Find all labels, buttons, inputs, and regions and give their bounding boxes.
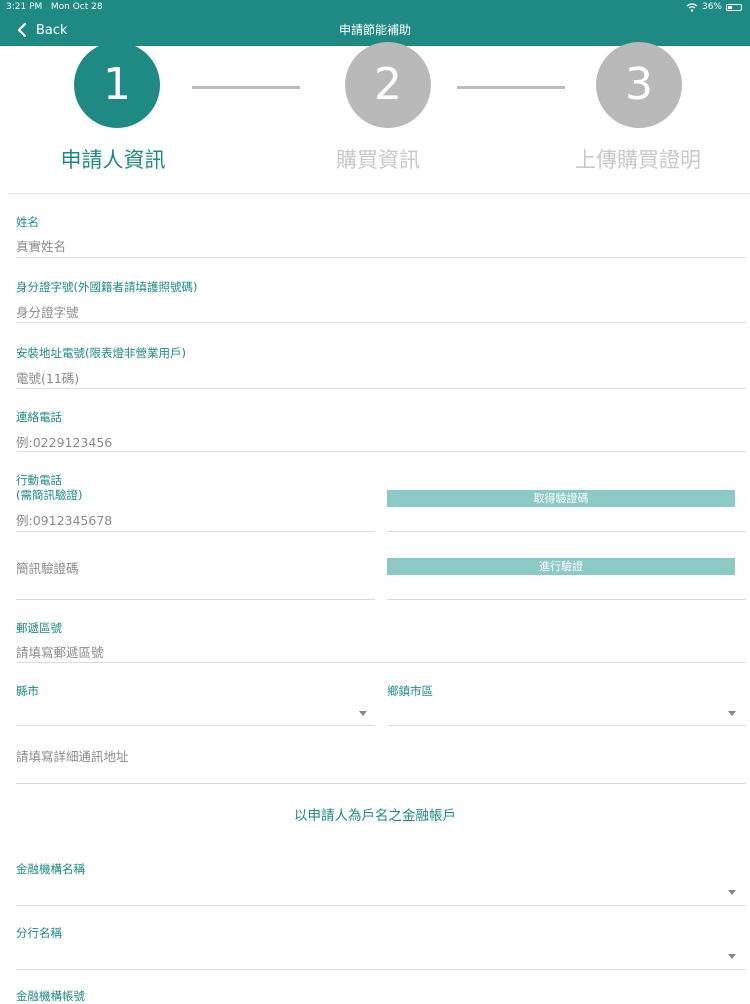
mobile-label: 行動電話 (需簡訊驗證) (16, 473, 82, 503)
back-label: Back (36, 22, 68, 38)
get-code-underline (387, 531, 746, 532)
status-right: 36% (686, 0, 742, 14)
institution-underline (16, 905, 746, 906)
county-underline (16, 725, 375, 726)
township-label: 鄉鎮市區 (387, 684, 433, 698)
step-1-circle: 1 (74, 42, 160, 128)
chevron-left-icon (17, 22, 27, 38)
phone-input[interactable]: 例:0229123456 (16, 432, 736, 451)
chevron-down-icon (359, 711, 367, 716)
meter-label: 安裝地址電號(限表燈非營業用戶) (16, 346, 186, 360)
meter-input[interactable]: 電號(11碼) (16, 368, 736, 387)
mobile-input[interactable]: 例:0912345678 (16, 510, 371, 529)
account-label: 金融機構帳號 (16, 989, 85, 1003)
name-underline (16, 257, 746, 258)
sms-code-input[interactable]: 簡訊驗證碼 (16, 558, 371, 577)
name-field: 姓名 (16, 215, 39, 230)
status-time: 3:21 PM (6, 2, 43, 12)
mobile-label-line1: 行動電話 (16, 473, 62, 487)
branch-underline (16, 969, 746, 970)
status-bar: 3:21 PM Mon Oct 28 36% (0, 0, 750, 14)
id-number-input[interactable]: 身分證字號 (16, 302, 736, 321)
chevron-down-icon (728, 890, 736, 895)
wifi-icon (686, 2, 698, 12)
name-input[interactable]: 真實姓名 (16, 236, 736, 255)
institution-label: 金融機構名稱 (16, 862, 85, 876)
mobile-label-line2: (需簡訊驗證) (16, 488, 83, 502)
branch-select[interactable] (16, 942, 746, 969)
step-2-circle: 2 (345, 42, 431, 128)
township-underline (387, 725, 746, 726)
chevron-down-icon (728, 711, 736, 716)
phone-underline (16, 451, 746, 452)
status-time-date: 3:21 PM Mon Oct 28 (6, 0, 103, 14)
county-label: 縣市 (16, 684, 39, 698)
step-3-label: 上傳購買證明 (575, 148, 701, 172)
id-number-label: 身分證字號(外國籍者請填護照號碼) (16, 280, 198, 294)
battery-percent: 36% (701, 2, 722, 12)
address-input[interactable]: 請填寫詳細通訊地址 (16, 746, 736, 765)
chevron-down-icon (728, 954, 736, 959)
step-connector-2 (457, 86, 565, 89)
bank-section-title: 以申請人為戶名之金融帳戶 (294, 808, 456, 824)
status-date: Mon Oct 28 (50, 2, 103, 12)
step-3-circle: 3 (596, 42, 682, 128)
zip-input[interactable]: 請填寫郵遞區號 (16, 642, 736, 661)
name-label: 姓名 (16, 215, 39, 229)
county-select[interactable] (16, 700, 375, 725)
id-number-underline (16, 322, 746, 323)
zip-label: 郵遞區號 (16, 621, 62, 635)
step-connector-1 (192, 86, 300, 89)
verify-underline (387, 599, 746, 600)
stepper-divider (8, 193, 750, 194)
institution-select[interactable] (16, 878, 746, 905)
township-select[interactable] (387, 700, 746, 725)
battery-icon (726, 3, 742, 11)
step-2-label: 購買資訊 (336, 148, 420, 172)
battery-fill (728, 5, 732, 9)
branch-label: 分行名稱 (16, 926, 62, 940)
get-code-button[interactable]: 取得驗證碼 (387, 490, 735, 507)
phone-label: 連絡電話 (16, 410, 62, 424)
meter-underline (16, 388, 746, 389)
step-1-label: 申請人資訊 (60, 148, 166, 172)
sms-code-underline (16, 599, 375, 600)
zip-underline (16, 662, 746, 663)
address-underline (16, 783, 746, 784)
mobile-underline (16, 531, 375, 532)
verify-button[interactable]: 進行驗證 (387, 558, 735, 575)
back-button[interactable]: Back (16, 14, 68, 46)
